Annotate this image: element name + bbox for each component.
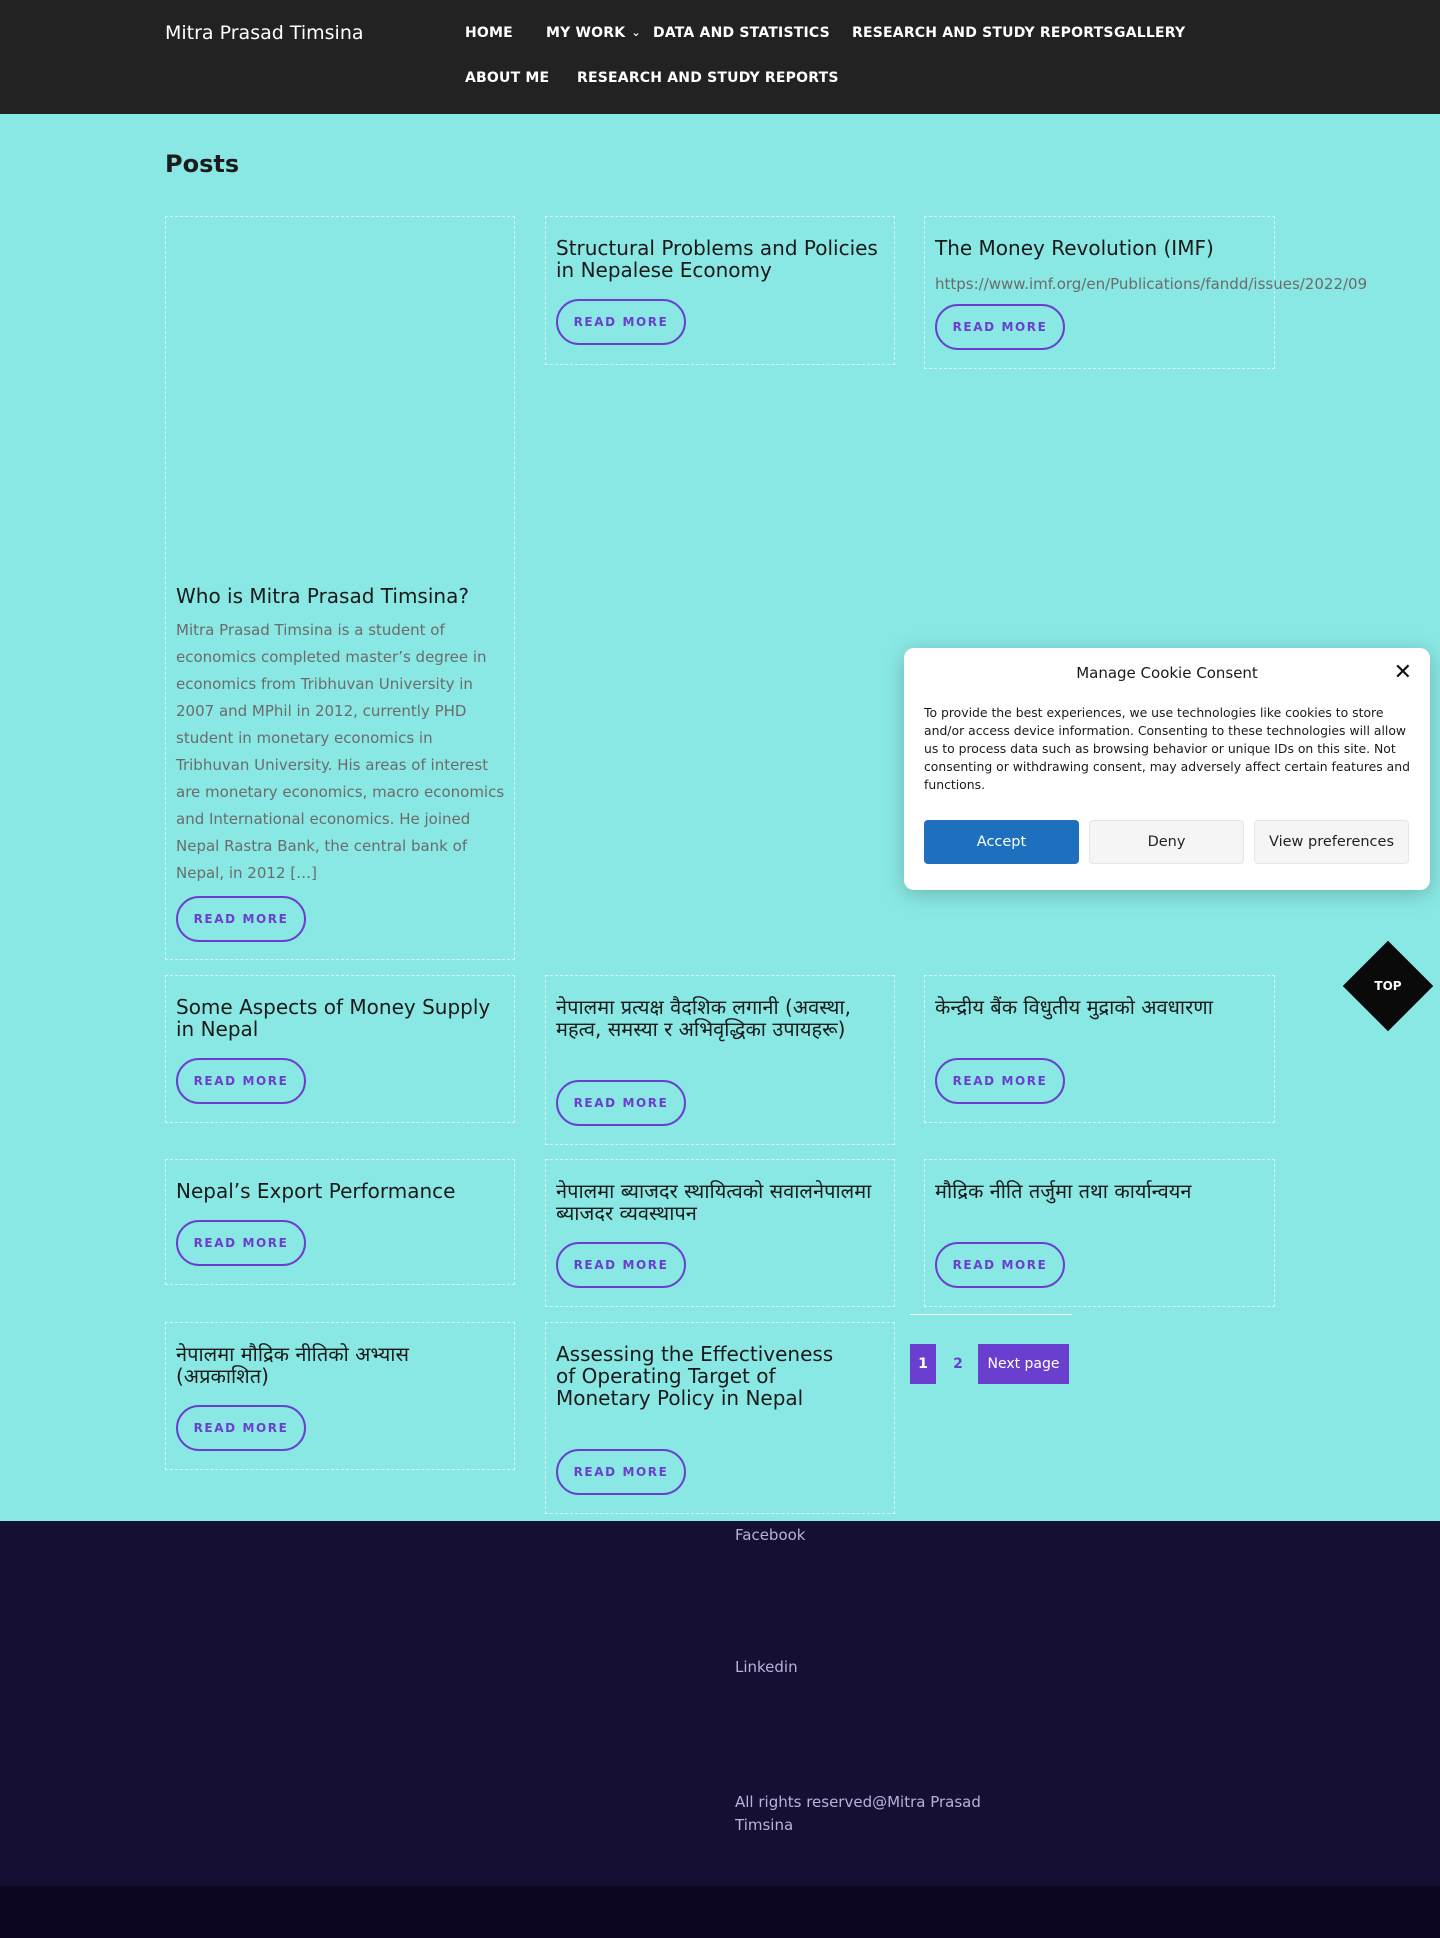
footer-copyright: All rights reserved@Mitra Prasad Timsina [735,1793,981,1834]
post-title[interactable]: केन्द्रीय बैंक विधुतीय मुद्राको अवधारणा [935,996,1265,1018]
read-more-button[interactable]: READ MORE [176,896,306,942]
post-card: The Money Revolution (IMF) https://www.i… [924,216,1367,369]
nav-my-work-label: MY WORK [546,25,626,41]
back-to-top-button[interactable] [1342,940,1434,1032]
site-header: Mitra Prasad Timsina HOME MY WORK ⌄ DATA … [0,0,1440,114]
read-more-button[interactable]: READ MORE [935,304,1065,350]
view-preferences-button[interactable]: View preferences [1254,820,1409,864]
nav-about-me[interactable]: ABOUT ME [465,70,549,86]
post-card: मौद्रिक नीति तर्जुमा तथा कार्यान्वयन REA… [924,1159,1275,1307]
read-more-button[interactable]: READ MORE [176,1220,306,1266]
post-title[interactable]: Nepal’s Export Performance [176,1180,506,1202]
nav-data-and-statistics[interactable]: DATA AND STATISTICS [653,25,830,41]
post-card: Structural Problems and Policies in Nepa… [545,216,895,365]
post-card: नेपालमा प्रत्यक्ष वैदशिक लगानी (अवस्था, … [545,975,895,1145]
chevron-down-icon: ⌄ [631,26,641,39]
site-title[interactable]: Mitra Prasad Timsina [165,22,364,44]
post-card: Who is Mitra Prasad Timsina? Mitra Prasa… [165,216,515,960]
cookie-modal-title: Manage Cookie Consent [1076,664,1258,682]
nav-home[interactable]: HOME [465,25,513,41]
post-card: नेपालमा ब्याजदर स्थायित्वको सवालनेपालमा … [545,1159,895,1307]
pagination-divider [910,1314,1072,1315]
pagination-next-button[interactable]: Next page [978,1344,1069,1384]
accept-button[interactable]: Accept [924,820,1079,864]
read-more-button[interactable]: READ MORE [935,1242,1065,1288]
post-card: नेपालमा मौद्रिक नीतिको अभ्यास (अप्रकाशित… [165,1322,515,1470]
nav-gallery[interactable]: GALLERY [1114,25,1185,41]
post-excerpt: Mitra Prasad Timsina is a student of eco… [176,621,505,882]
footer-link-facebook[interactable]: Facebook [735,1526,805,1544]
nav-research-and-study-reports[interactable]: RESEARCH AND STUDY REPORTS [852,25,1114,41]
nav-my-work[interactable]: MY WORK ⌄ [546,25,641,41]
post-title[interactable]: मौद्रिक नीति तर्जुमा तथा कार्यान्वयन [935,1180,1265,1202]
footer-link-linkedin[interactable]: Linkedin [735,1658,798,1676]
site-footer [0,1521,1440,1886]
post-title[interactable]: Some Aspects of Money Supply in Nepal [176,996,506,1040]
footer-bottom-bar [0,1886,1440,1938]
close-icon[interactable]: ✕ [1394,660,1412,686]
deny-button[interactable]: Deny [1089,820,1244,864]
pagination-current-page: 1 [910,1344,936,1384]
read-more-button[interactable]: READ MORE [176,1058,306,1104]
post-card: Nepal’s Export Performance READ MORE [165,1159,515,1285]
read-more-button[interactable]: READ MORE [556,299,686,345]
post-title[interactable]: नेपालमा मौद्रिक नीतिको अभ्यास (अप्रकाशित… [176,1343,506,1387]
post-title[interactable]: Who is Mitra Prasad Timsina? [176,585,506,607]
cookie-modal-text: To provide the best experiences, we use … [924,705,1410,792]
post-excerpt[interactable]: https://www.imf.org/en/Publications/fand… [935,271,1435,298]
post-title[interactable]: नेपालमा प्रत्यक्ष वैदशिक लगानी (अवस्था, … [556,996,886,1040]
post-title[interactable]: Assessing the Effectiveness of Operating… [556,1343,846,1409]
post-title[interactable]: The Money Revolution (IMF) [935,237,1265,259]
post-title[interactable]: नेपालमा ब्याजदर स्थायित्वको सवालनेपालमा … [556,1180,886,1224]
post-title[interactable]: Structural Problems and Policies in Nepa… [556,237,886,281]
read-more-button[interactable]: READ MORE [556,1242,686,1288]
read-more-button[interactable]: READ MORE [556,1080,686,1126]
page-title: Posts [165,150,240,178]
read-more-button[interactable]: READ MORE [556,1449,686,1495]
read-more-button[interactable]: READ MORE [176,1405,306,1451]
pagination-page-2[interactable]: 2 [948,1344,968,1384]
nav-research-and-study-reports-2[interactable]: RESEARCH AND STUDY REPORTS [577,70,839,86]
cookie-consent-modal: Manage Cookie Consent ✕ To provide the b… [904,648,1430,890]
read-more-button[interactable]: READ MORE [935,1058,1065,1104]
post-card: केन्द्रीय बैंक विधुतीय मुद्राको अवधारणा … [924,975,1275,1123]
post-card: Assessing the Effectiveness of Operating… [545,1322,895,1514]
post-card: Some Aspects of Money Supply in Nepal RE… [165,975,515,1123]
